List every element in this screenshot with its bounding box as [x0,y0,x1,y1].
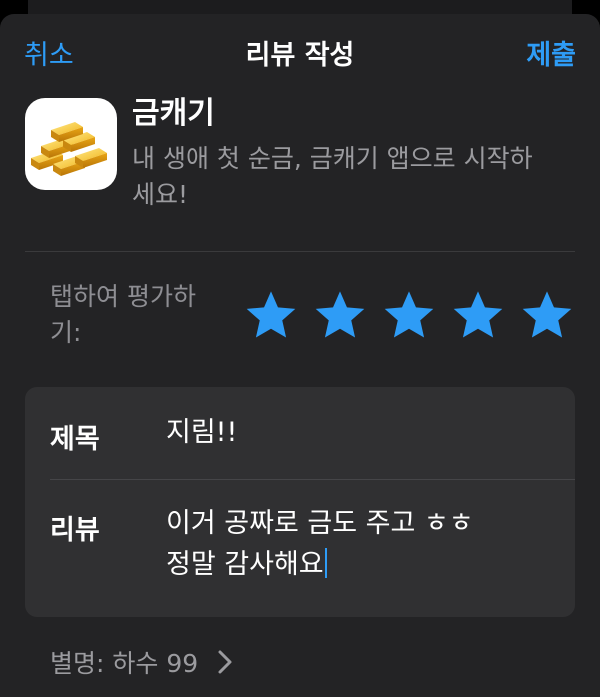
review-field[interactable]: 이거 공짜로 금도 주고 ㅎㅎ 정말 감사해요 [166,503,474,585]
star-icon-1[interactable] [244,288,298,342]
title-label: 제목 [50,424,100,455]
rating-label: 탭하여 평가하기: [50,282,196,347]
divider [25,251,575,252]
form-divider [50,479,575,480]
app-icon [25,98,117,190]
app-name: 금캐기 [132,96,215,131]
app-subtitle: 내 생애 첫 순금, 금캐기 앱으로 시작하세요! [132,144,533,209]
star-icon-5[interactable] [520,288,574,342]
nickname-row[interactable]: 별명: 하수 99 [50,644,198,680]
chevron-right-icon [218,650,232,674]
review-text-line-2: 정말 감사해요 [166,544,474,585]
review-text-line-1: 이거 공짜로 금도 주고 ㅎㅎ [166,508,474,539]
review-form: 제목 지림!! 리뷰 이거 공짜로 금도 주고 ㅎㅎ 정말 감사해요 [25,387,575,617]
review-text-line-2-content: 정말 감사해요 [166,549,324,580]
star-rating[interactable] [244,288,574,342]
submit-button[interactable]: 제출 [526,38,576,74]
star-icon-2[interactable] [313,288,367,342]
page-title: 리뷰 작성 [245,40,355,71]
gold-bars-icon [31,122,107,176]
review-label: 리뷰 [50,515,100,546]
text-cursor [324,548,327,578]
star-icon-4[interactable] [451,288,505,342]
star-icon-3[interactable] [382,288,436,342]
title-field[interactable]: 지림!! [166,412,237,453]
